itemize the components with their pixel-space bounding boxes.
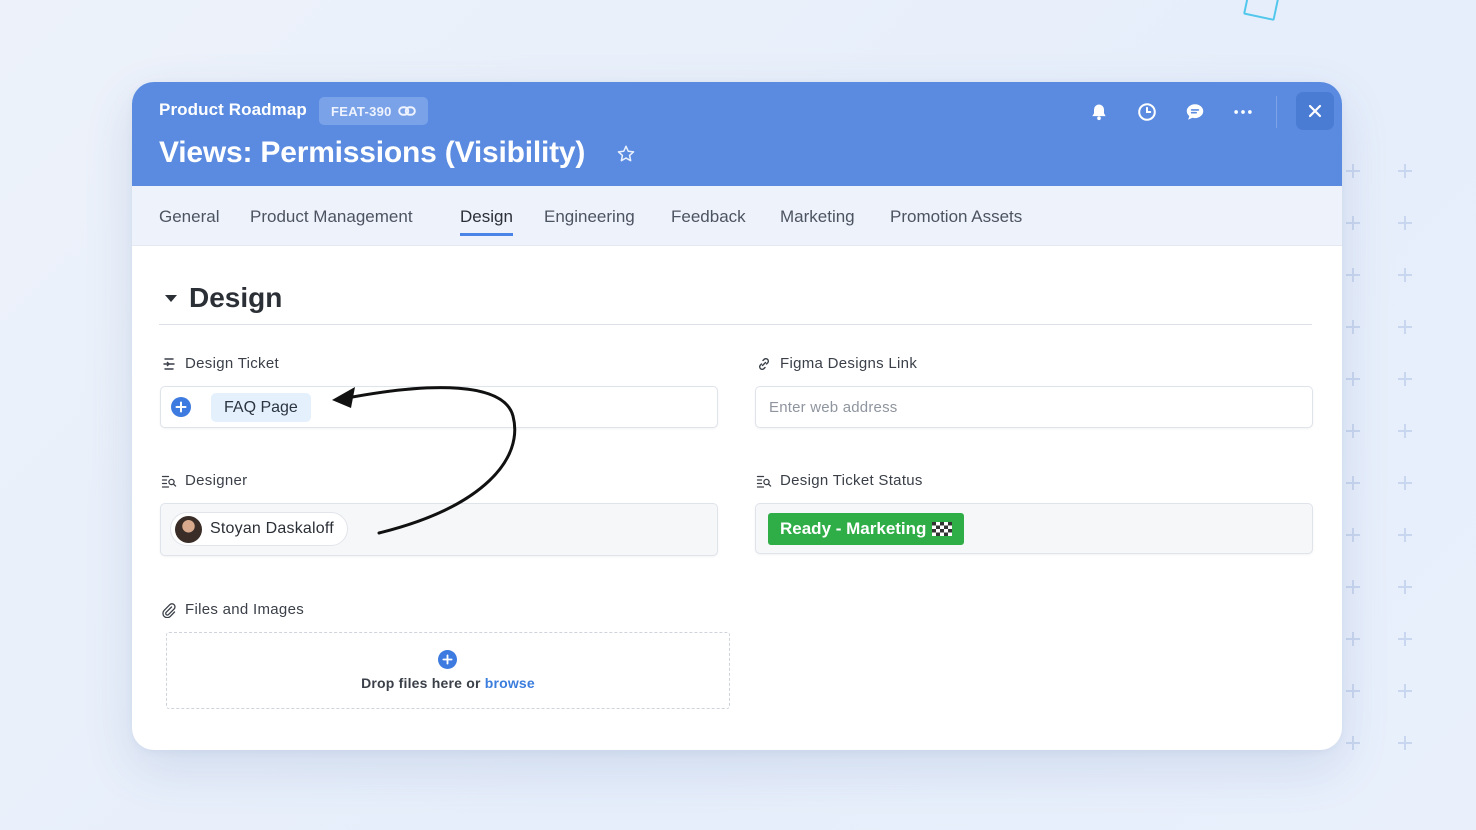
designer-chip[interactable]: Stoyan Daskaloff [170,512,348,546]
designer-name: Stoyan Daskaloff [210,520,334,537]
files-label-text: Files and Images [185,601,305,618]
close-button[interactable] [1296,92,1334,130]
browse-link[interactable]: browse [485,675,535,691]
page-title: Views: Permissions (Visibility) [159,136,586,169]
checkered-flag-icon [932,522,953,536]
status-badge[interactable]: Ready - Marketing [768,513,965,545]
designer-label: Designer [161,472,247,489]
lookup-icon [161,475,177,488]
header-separator [1276,96,1277,128]
section-divider [159,324,1312,325]
files-label: Files and Images [161,601,304,618]
designer-label-text: Designer [185,472,248,489]
decorative-plus-grid [1340,160,1476,760]
design-ticket-label: Design Ticket [161,355,279,372]
dropzone-text: Drop files here or browse [167,675,729,691]
clock-icon[interactable] [1135,100,1159,124]
tab-promotion-assets[interactable]: Promotion Assets [890,207,1022,233]
modal-header: Product Roadmap FEAT-390 Views: Permissi… [132,82,1342,186]
relation-icon [163,357,175,370]
avatar [175,515,202,543]
design-ticket-label-text: Design Ticket [185,355,279,372]
designer-field[interactable]: Stoyan Daskaloff [160,503,718,556]
tab-design[interactable]: Design [460,207,513,236]
add-ticket-button[interactable] [171,397,191,417]
design-ticket-status-label: Design Ticket Status [756,472,923,489]
chat-icon[interactable] [1183,100,1207,124]
star-icon[interactable] [616,144,636,164]
section-title: Design [189,282,283,313]
tab-bar: General Product Management Design Engine… [132,186,1342,246]
status-text: Ready - Marketing [780,519,927,538]
tab-general[interactable]: General [159,207,219,233]
linked-ticket-chip[interactable]: FAQ Page [211,393,311,422]
design-ticket-status-field[interactable]: Ready - Marketing [755,503,1313,554]
figma-link-label: Figma Designs Link [756,355,917,372]
figma-link-input[interactable]: Enter web address [755,386,1313,428]
figma-link-label-text: Figma Designs Link [780,355,918,372]
caret-down-icon [165,294,177,302]
figma-link-placeholder: Enter web address [769,399,898,416]
project-name[interactable]: Product Roadmap [159,100,307,120]
link-icon [759,357,769,370]
tab-feedback[interactable]: Feedback [671,207,746,233]
close-icon [1308,104,1322,118]
ticket-modal: Product Roadmap FEAT-390 Views: Permissi… [132,82,1342,750]
tab-engineering[interactable]: Engineering [544,207,635,233]
lookup-icon [756,475,772,488]
section-toggle[interactable]: Design [165,282,282,314]
design-ticket-field[interactable]: FAQ Page [160,386,718,428]
design-ticket-status-label-text: Design Ticket Status [780,472,923,489]
bell-icon[interactable] [1087,100,1111,124]
ticket-id: FEAT-390 [331,103,392,119]
link-icon [397,106,416,116]
more-icon[interactable] [1231,100,1255,124]
ticket-id-badge[interactable]: FEAT-390 [319,97,428,125]
paperclip-icon [162,602,176,618]
tab-product-management[interactable]: Product Management [250,207,413,233]
upload-plus-icon[interactable] [438,650,457,669]
drop-text: Drop files here or [361,675,485,691]
plus-icon [175,401,187,413]
file-dropzone[interactable]: Drop files here or browse [166,632,730,709]
decorative-square [1243,0,1281,21]
tab-marketing[interactable]: Marketing [780,207,855,233]
